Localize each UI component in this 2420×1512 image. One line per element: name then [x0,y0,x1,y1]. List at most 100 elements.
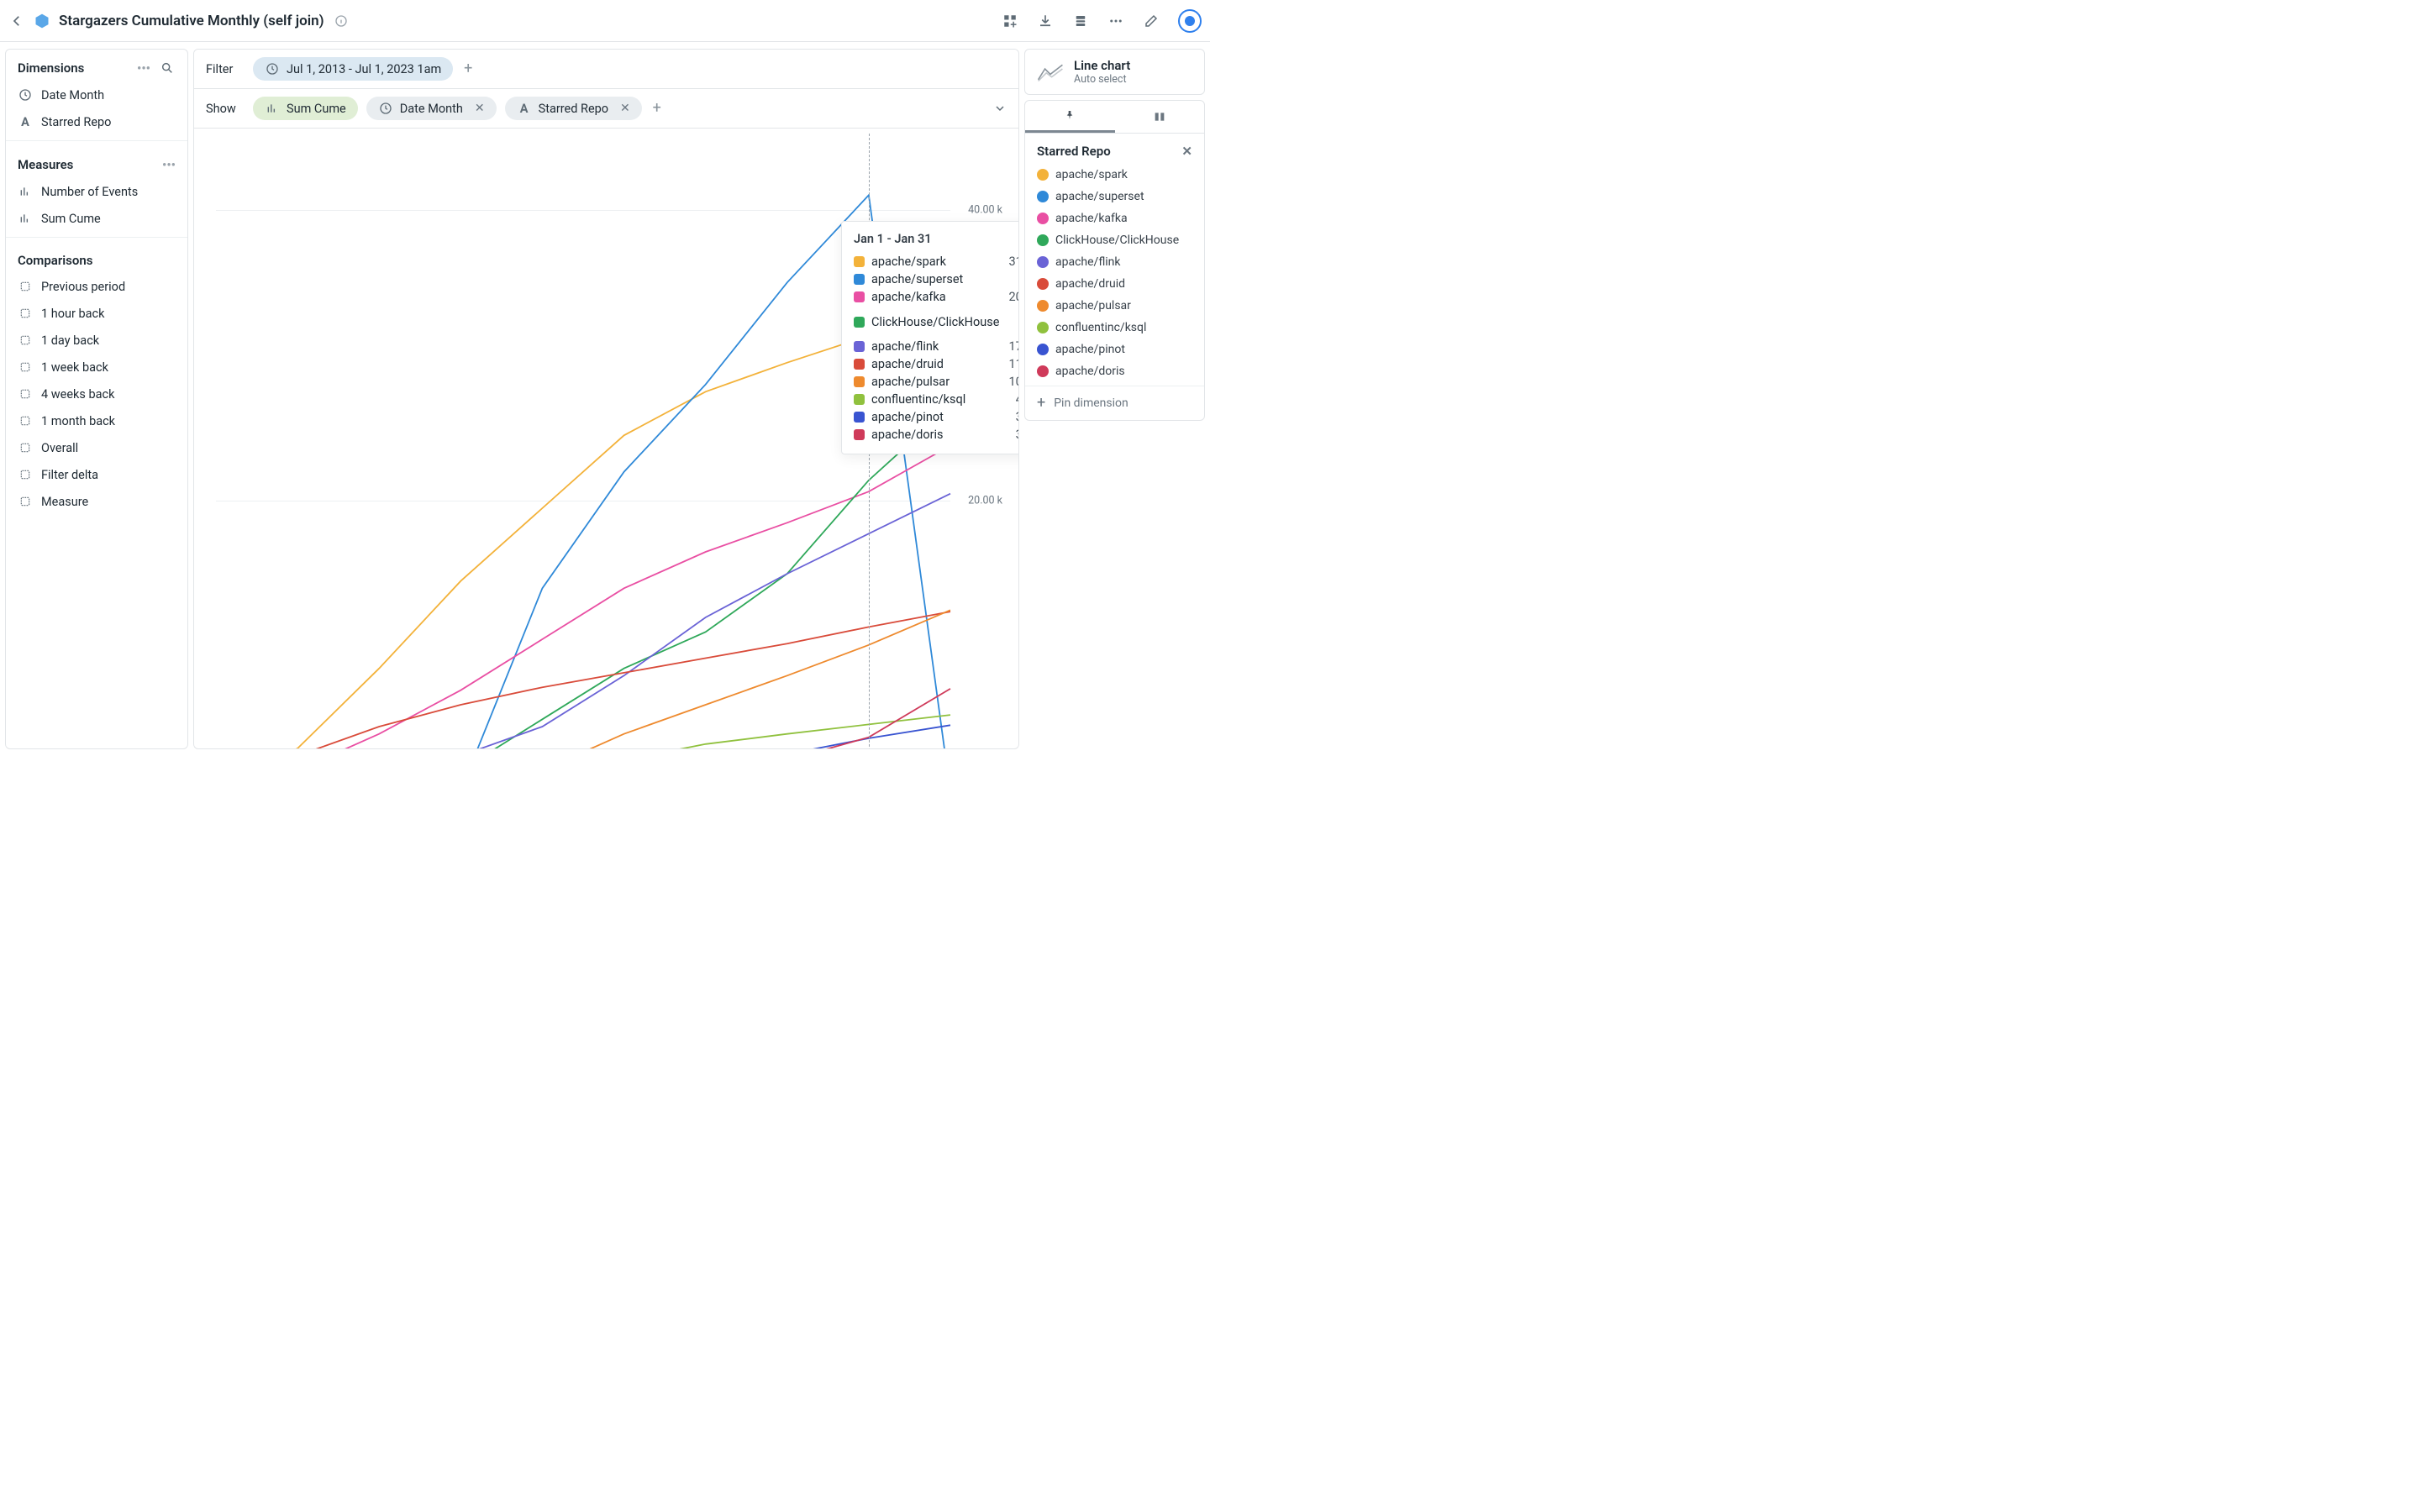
tooltip-title: Jan 1 - Jan 31 [854,232,1019,246]
layers-icon[interactable] [1072,13,1089,29]
comparison-label: Overall [41,441,78,455]
dimensions-label: Dimensions [18,60,84,76]
tooltip-swatch [854,359,865,370]
legend-item[interactable]: apache/doris [1025,360,1204,382]
legend-item[interactable]: apache/kafka [1025,207,1204,229]
tooltip-swatch [854,412,865,423]
clock-icon [378,101,393,116]
comparison-icon [18,386,33,402]
legend-item-label: apache/flink [1055,255,1121,269]
measure-item[interactable]: Number of Events [6,178,187,205]
legend-item[interactable]: ClickHouse/ClickHouse [1025,229,1204,251]
comparison-item[interactable]: 1 hour back [6,300,187,327]
add-tile-icon[interactable] [1002,13,1018,29]
chart-area[interactable]: 40.00 k 20.00 k DecDecDecDecDec Jan 1 - … [193,129,1019,749]
close-icon[interactable]: ✕ [1181,144,1192,159]
time-filter-label: Jul 1, 2013 - Jul 1, 2023 1am [287,62,441,76]
tooltip-series-value: 3.70 k [1016,410,1019,424]
tooltip-swatch [854,376,865,387]
add-filter-button[interactable]: + [461,62,475,76]
back-button[interactable] [8,13,25,29]
comparison-item[interactable]: 1 day back [6,327,187,354]
tooltip-row: ClickHouse/ClickHouse 21.42 k [854,306,1019,338]
comparison-item[interactable]: 1 week back [6,354,187,381]
tooltip-swatch [854,341,865,352]
measure-chip[interactable]: Sum Cume [253,97,358,120]
series-line [216,689,950,749]
comparison-item[interactable]: 1 month back [6,407,187,434]
legend-item[interactable]: apache/druid [1025,273,1204,295]
measure-item[interactable]: Sum Cume [6,205,187,232]
legend-swatch [1037,234,1049,246]
legend-item-label: apache/pulsar [1055,299,1131,312]
dimensions-header: Dimensions ••• [6,50,187,81]
main: Filter Jul 1, 2013 - Jul 1, 2023 1am + S… [193,49,1019,749]
dimension-item[interactable]: A Starred Repo [6,108,187,135]
legend-item[interactable]: apache/pinot [1025,339,1204,360]
tooltip-row: apache/pulsar 10.11 k [854,373,1019,391]
dimension-item[interactable]: Date Month [6,81,187,108]
comparison-label: 1 hour back [41,307,104,321]
add-show-button[interactable]: + [650,102,664,115]
series-line [216,407,950,749]
bar-chart-icon [18,211,33,226]
info-icon[interactable] [333,13,350,29]
tooltip-series-name: apache/druid [871,357,990,371]
legend-title: Starred Repo [1037,144,1111,159]
comparisons-label: Comparisons [18,253,92,268]
download-icon[interactable] [1037,13,1054,29]
split-date-chip[interactable]: Date Month ✕ [366,97,497,120]
comparison-item[interactable]: Filter delta [6,461,187,488]
legend-swatch [1037,256,1049,268]
chart-type-card[interactable]: Line chart Auto select [1024,49,1205,95]
right-panel: Line chart Auto select Starred Repo ✕ ap… [1024,49,1205,749]
y-axis-label: 40.00 k [968,203,1002,216]
dimensions-more-icon[interactable]: ••• [137,60,150,76]
split-date-label: Date Month [400,102,463,116]
user-avatar[interactable] [1178,9,1202,33]
tooltip-series-value: 31.34 k [1008,255,1019,269]
comparison-item[interactable]: Measure [6,488,187,515]
legend-swatch [1037,278,1049,290]
legend-item[interactable]: apache/pulsar [1025,295,1204,317]
close-icon[interactable]: ✕ [475,102,485,115]
split-repo-chip[interactable]: A Starred Repo ✕ [505,97,642,120]
comparison-icon [18,467,33,482]
tooltip-swatch [854,274,865,285]
tooltip-row: apache/kafka 20.64 k [854,288,1019,306]
text-icon: A [18,114,33,129]
more-icon[interactable] [1107,13,1124,29]
legend-item-label: confluentinc/ksql [1055,321,1146,334]
time-filter-chip[interactable]: Jul 1, 2013 - Jul 1, 2023 1am [253,57,453,81]
close-icon[interactable]: ✕ [620,102,630,115]
clock-icon [18,87,33,102]
pin-dimension-button[interactable]: + Pin dimension [1025,386,1204,420]
chart-tooltip: Jan 1 - Jan 31 apache/spark 31.34 k apac… [841,221,1019,454]
expand-show-caret[interactable] [993,102,1007,115]
legend-item[interactable]: apache/flink [1025,251,1204,273]
comparison-item[interactable]: 4 weeks back [6,381,187,407]
tooltip-series-value: 20.64 k [1008,290,1019,304]
comparison-icon [18,333,33,348]
comparison-item[interactable]: Overall [6,434,187,461]
legend-item-label: ClickHouse/ClickHouse [1055,234,1179,247]
query-bars: Filter Jul 1, 2013 - Jul 1, 2023 1am + S… [193,49,1019,129]
legend-item-label: apache/pinot [1055,343,1125,356]
legend-item[interactable]: apache/spark [1025,164,1204,186]
legend-item[interactable]: confluentinc/ksql [1025,317,1204,339]
style-tab[interactable] [1115,101,1205,133]
comparison-icon [18,360,33,375]
edit-icon[interactable] [1143,13,1160,29]
measures-more-icon[interactable]: ••• [162,156,176,173]
comparison-label: 1 month back [41,414,115,428]
search-icon[interactable] [159,60,176,76]
comparison-item[interactable]: Previous period [6,273,187,300]
tooltip-row: apache/doris 3.77 k [854,426,1019,444]
tooltip-row: apache/superset 0.00 [854,270,1019,288]
tooltip-series-name: apache/doris [871,428,997,442]
series-line [216,612,950,749]
sidebar: Dimensions ••• Date Month A Starred Repo… [5,49,188,749]
show-label: Show [206,102,245,116]
pin-tab[interactable] [1025,101,1115,133]
legend-item[interactable]: apache/superset [1025,186,1204,207]
